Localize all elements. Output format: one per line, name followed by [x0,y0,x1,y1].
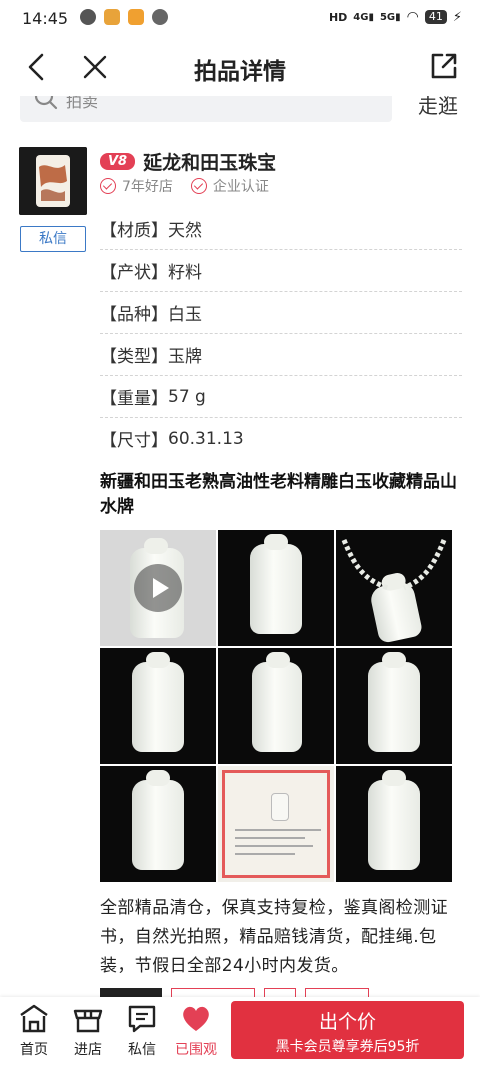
attribute-key: 【品种】 [100,305,168,325]
attribute-row: 【类型】 玉牌 [100,334,462,376]
item-certificate-image[interactable] [218,766,334,882]
badge-enterprise: 企业认证 [190,176,269,196]
app-notification-icon [128,9,144,25]
jade-pendant-image [368,770,420,870]
item-image[interactable] [218,648,334,764]
jade-pendant-image [252,652,302,752]
certificate-line [235,845,313,847]
share-icon[interactable] [428,50,460,82]
nav-label: 已围观 [175,1042,217,1058]
jade-pendant-image [368,652,420,752]
app-notification-icon [104,9,120,25]
item-image[interactable] [100,648,216,764]
link-notification-icon [152,9,168,25]
attribute-row: 【尺寸】 60.31.13 [100,418,462,459]
nav-home[interactable]: 首页 [14,1003,54,1059]
jade-pendant-image [132,770,184,870]
attribute-key: 【类型】 [100,347,168,367]
nav-message[interactable]: 私信 [122,1003,162,1059]
item-image[interactable] [336,648,452,764]
certificate-image [222,770,330,878]
badge-label: 企业认证 [212,179,269,195]
notification-icons [80,9,168,25]
attribute-list: 【材质】 天然 【产状】 籽料 【品种】 白玉 【类型】 玉牌 【重量】 57 g 【尺寸… [100,208,462,459]
attribute-value: 天然 [168,221,202,241]
attribute-row: 【重量】 57 g [100,376,462,418]
search-icon [34,96,58,110]
nav-label: 首页 [20,1042,48,1058]
seller-header: V8 延龙和田玉珠宝 [100,148,276,175]
item-image[interactable] [336,530,452,646]
seller-avatar[interactable] [19,147,87,215]
search-input[interactable]: 拍卖 [20,96,392,122]
nav-label: 进店 [74,1042,102,1058]
nav-shop[interactable]: 进店 [68,1003,108,1059]
attribute-value: 玉牌 [168,347,202,367]
attribute-key: 【重量】 [100,389,168,409]
private-message-button[interactable]: 私信 [20,226,86,252]
signal-5g-icon: 5G▮ [379,11,401,23]
certificate-photo [271,793,289,821]
bid-button-label: 出个价 [318,1011,376,1033]
attribute-value: 白玉 [168,305,202,325]
attribute-row: 【产状】 籽料 [100,250,462,292]
hd-icon: HD [328,10,348,24]
check-circle-icon [100,178,116,194]
attribute-value: 60.31.13 [168,428,244,449]
signal-4g-icon: 4G▮ [353,11,374,23]
seller-name[interactable]: 延龙和田玉珠宝 [143,148,276,175]
certificate-line [235,837,305,839]
item-image[interactable] [336,766,452,882]
attribute-key: 【产状】 [100,263,168,283]
jade-pendant-image [132,652,184,752]
bottom-action-bar: 首页 进店 私信 已围观 出个价 黑卡会员尊享券后95折 [0,997,480,1067]
wifi-icon: ◠ [406,9,419,25]
jade-thumbnail-image [19,147,87,215]
item-image-grid [100,530,452,882]
attribute-row: 【品种】 白玉 [100,292,462,334]
certificate-line [235,853,295,855]
bid-button-sublabel: 黑卡会员尊享券后95折 [275,1039,420,1055]
search-strip: 拍卖 走逛 [0,96,480,124]
attribute-value: 57 g [168,386,206,407]
item-image[interactable] [100,766,216,882]
jade-pendant-image [250,534,302,634]
badge-years: 7年好店 [100,176,173,196]
item-title: 新疆和田玉老熟高油性老料精雕白玉收藏精品山水牌 [100,472,457,517]
seller-level-badge: V8 [100,153,136,170]
status-bar: 14:45 HD 4G▮ 5G▮ ◠ 41 ⚡ [0,0,480,36]
item-image[interactable] [218,530,334,646]
attribute-key: 【尺寸】 [100,431,168,451]
charging-icon: ⚡ [452,9,462,25]
attribute-row: 【材质】 天然 [100,208,462,250]
attribute-value: 籽料 [168,263,202,283]
status-time: 14:45 [22,9,69,28]
shop-icon [73,1009,103,1033]
nav-watched[interactable]: 已围观 [174,1003,218,1059]
seller-badges: 7年好店 企业认证 [100,176,269,196]
top-bar: 拍品详情 [0,36,480,100]
home-icon [20,1004,48,1033]
certificate-line [235,829,321,831]
item-description: 全部精品清仓，保真支持复检，鉴真阁检测证书，自然光拍照，精品赔钱清货，配挂绳.包… [100,898,448,976]
check-circle-icon [190,178,207,194]
bead-chain-image [341,539,447,591]
message-icon [128,1005,156,1033]
play-icon[interactable] [134,564,182,612]
page-title: 拍品详情 [194,59,286,85]
bid-button[interactable]: 出个价 黑卡会员尊享券后95折 [231,1001,464,1059]
follow-link[interactable]: 走逛 [418,96,458,119]
search-placeholder: 拍卖 [66,96,99,111]
item-video-thumbnail[interactable] [100,530,216,646]
battery-indicator: 41 [424,10,447,24]
badge-label: 7年好店 [122,179,173,195]
chat-notification-icon [80,9,96,25]
system-icons: HD 4G▮ 5G▮ ◠ 41 ⚡ [329,9,462,25]
attribute-key: 【材质】 [100,221,168,241]
nav-label: 私信 [128,1042,156,1058]
heart-icon [183,1006,209,1031]
